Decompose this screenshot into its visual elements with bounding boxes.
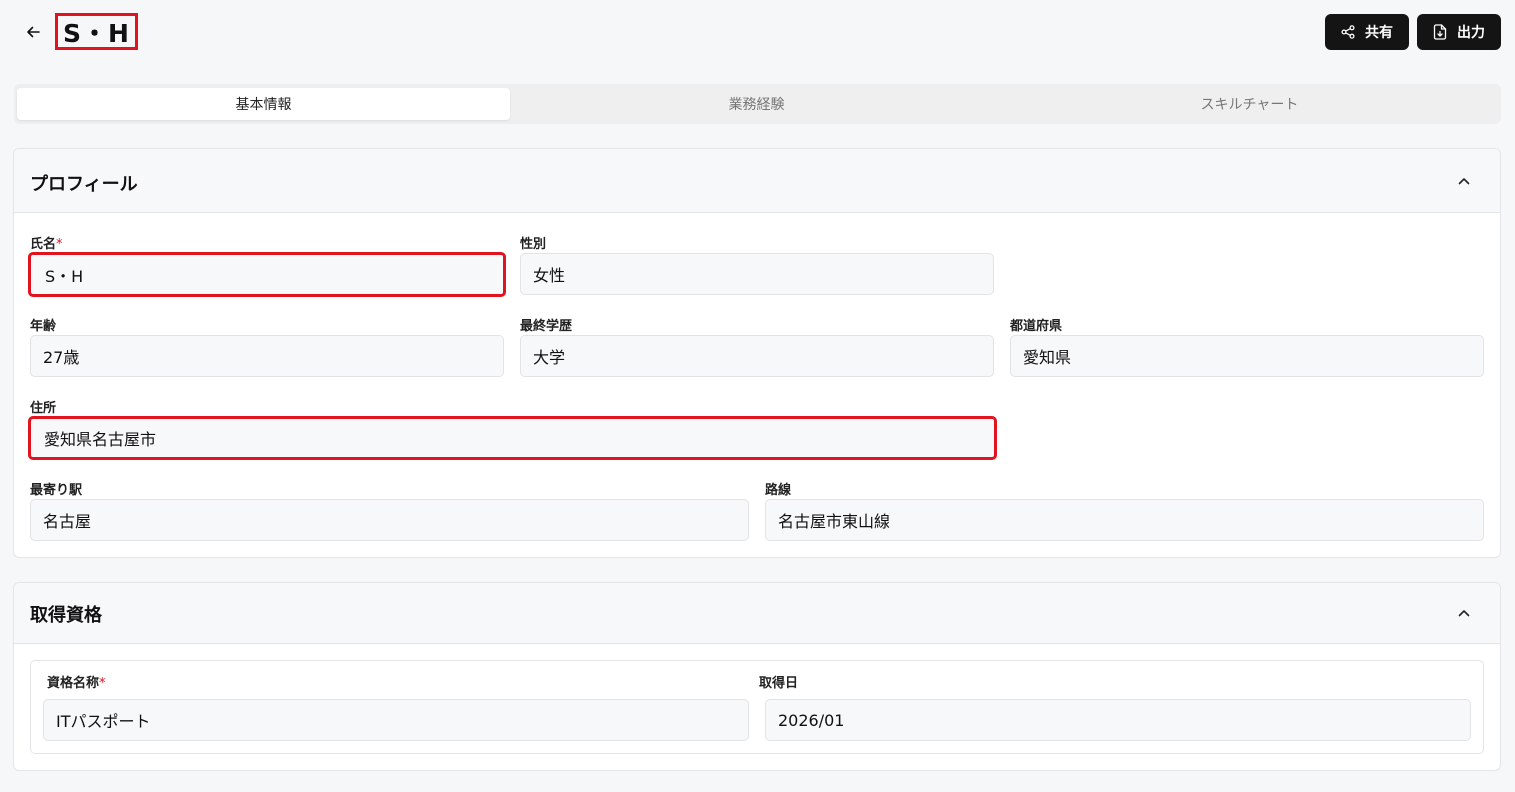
file-download-icon: [1433, 24, 1447, 40]
arrow-left-icon: [27, 26, 40, 38]
age-field[interactable]: 27歳: [30, 335, 504, 377]
cert-name-field[interactable]: ITパスポート: [43, 699, 749, 741]
gender-field[interactable]: 女性: [520, 253, 994, 295]
share-icon: [1341, 25, 1355, 39]
gender-label: 性別: [520, 237, 547, 252]
name-label-text: 氏名: [30, 237, 57, 252]
age-label: 年齢: [30, 319, 57, 334]
export-label: 出力: [1457, 25, 1485, 41]
chevron-up-icon[interactable]: [1456, 605, 1472, 621]
tab-work-experience[interactable]: 業務経験: [510, 88, 1003, 120]
tab-skill-chart[interactable]: スキルチャート: [1003, 88, 1496, 120]
name-label: 氏名*: [30, 233, 63, 252]
chevron-up-icon[interactable]: [1456, 173, 1472, 189]
education-label: 最終学歴: [520, 319, 573, 334]
page-title: S・H: [55, 13, 138, 50]
certifications-title: 取得資格: [30, 605, 102, 626]
tab-basic-info[interactable]: 基本情報: [17, 88, 510, 120]
required-mark: *: [56, 237, 63, 252]
address-field[interactable]: 愛知県名古屋市: [28, 416, 997, 460]
cert-name-label-text: 資格名称: [47, 676, 100, 691]
profile-card-header: プロフィール: [14, 149, 1500, 213]
line-field[interactable]: 名古屋市東山線: [765, 499, 1484, 541]
cert-name-label: 資格名称*: [47, 672, 106, 691]
station-field[interactable]: 名古屋: [30, 499, 749, 541]
station-label: 最寄り駅: [30, 483, 83, 498]
prefecture-label: 都道府県: [1010, 319, 1063, 334]
prefecture-field[interactable]: 愛知県: [1010, 335, 1484, 377]
certifications-card-header: 取得資格: [14, 583, 1500, 644]
back-button[interactable]: [22, 20, 44, 44]
share-button[interactable]: 共有: [1325, 14, 1409, 50]
cert-date-field[interactable]: 2026/01: [765, 699, 1471, 741]
export-button[interactable]: 出力: [1417, 14, 1501, 50]
cert-date-label: 取得日: [759, 676, 799, 691]
name-field[interactable]: S・H: [28, 252, 506, 297]
profile-title: プロフィール: [30, 174, 138, 195]
required-mark: *: [99, 676, 106, 691]
share-label: 共有: [1365, 25, 1393, 41]
address-label: 住所: [30, 401, 57, 416]
line-label: 路線: [765, 483, 792, 498]
education-field[interactable]: 大学: [520, 335, 994, 377]
